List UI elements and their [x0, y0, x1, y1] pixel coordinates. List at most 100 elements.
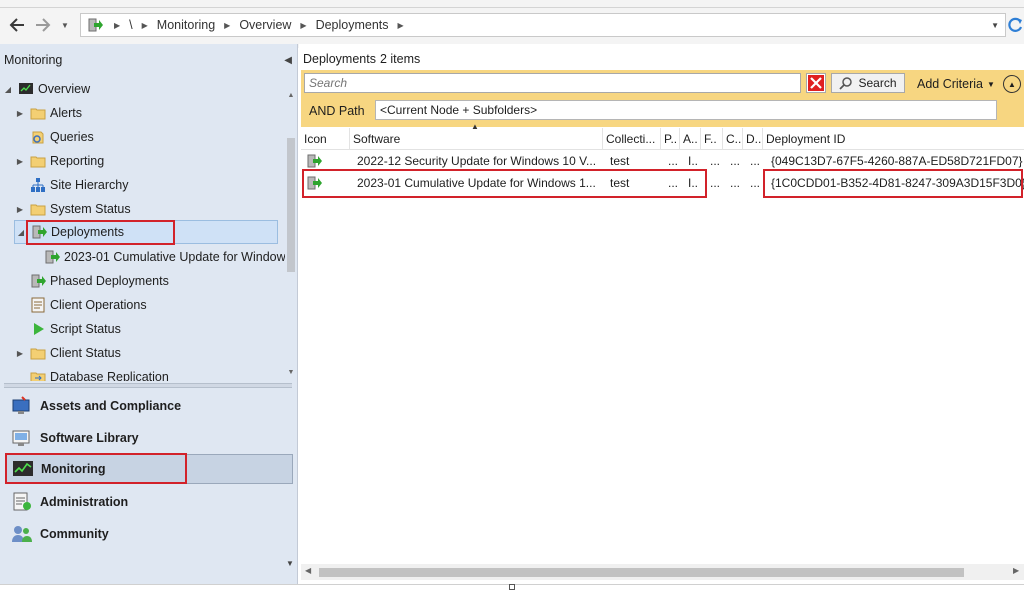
- cell-p: ...: [668, 176, 679, 190]
- cell-p: ...: [668, 154, 679, 168]
- tree-item-deployment-2023-01[interactable]: 2023-01 Cumulative Update for Windows: [28, 246, 285, 268]
- tree-item-reporting[interactable]: ▶ Reporting: [14, 150, 104, 172]
- column-header-a[interactable]: A..: [680, 128, 701, 150]
- table-row[interactable]: 2023-01 Cumulative Update for Windows 1.…: [301, 172, 1024, 194]
- tree-item-label: Site Hierarchy: [50, 178, 129, 192]
- collapse-pane-icon[interactable]: ◀: [284, 55, 296, 66]
- collapsed-arrow-icon[interactable]: ▶: [14, 205, 26, 214]
- criteria-value-field[interactable]: <Current Node + Subfolders>: [375, 100, 997, 120]
- tree-item-deployments[interactable]: ◢ Deployments: [14, 220, 278, 244]
- column-header-software[interactable]: Software: [350, 128, 603, 150]
- search-button-label: Search: [858, 76, 897, 90]
- tree-item-label: Alerts: [50, 106, 82, 120]
- tree-item-label: Phased Deployments: [50, 274, 169, 288]
- folder-icon: [30, 153, 46, 169]
- column-header-icon[interactable]: Icon: [301, 128, 350, 150]
- tree-item-system-status[interactable]: ▶ System Status: [14, 198, 131, 220]
- back-arrow-icon: [9, 18, 24, 32]
- cell-collection: test: [610, 154, 630, 168]
- folder-icon: [30, 105, 46, 121]
- workspace-overflow-icon[interactable]: ▼: [286, 559, 294, 568]
- tree-item-site-hierarchy[interactable]: Site Hierarchy: [14, 174, 129, 196]
- software-library-icon: [10, 426, 34, 450]
- cell-a: I..: [688, 154, 699, 168]
- clear-search-button[interactable]: [806, 73, 826, 93]
- cell-deployment-id: {049C13D7-67F5-4260-887A-ED58D721FD07}: [771, 154, 1023, 168]
- add-criteria-label: Add Criteria: [917, 77, 983, 91]
- scroll-down-icon[interactable]: ▼: [286, 369, 296, 376]
- breadcrumb-deployments[interactable]: Deployments: [312, 18, 393, 32]
- tree-item-script-status[interactable]: Script Status: [14, 318, 121, 340]
- workspace-splitter[interactable]: [4, 383, 292, 388]
- tree-item-phased-deployments[interactable]: Phased Deployments: [14, 270, 169, 292]
- column-header-deployment-id[interactable]: Deployment ID: [763, 128, 1024, 150]
- scrollbar-thumb[interactable]: [287, 138, 295, 272]
- item-count: 2 items: [379, 52, 421, 66]
- workspace-administration[interactable]: Administration: [6, 487, 293, 517]
- expanded-arrow-icon[interactable]: ◢: [2, 85, 14, 94]
- refresh-button[interactable]: [1006, 15, 1024, 35]
- cell-collection: test: [610, 176, 630, 190]
- tree-item-client-status[interactable]: ▶ Client Status: [14, 342, 121, 364]
- column-header-collection[interactable]: Collecti...: [603, 128, 661, 150]
- workspace-monitoring[interactable]: Monitoring: [6, 454, 293, 484]
- collapsed-arrow-icon[interactable]: ▶: [14, 349, 26, 358]
- tree-item-label: Queries: [50, 130, 94, 144]
- add-criteria-button[interactable]: Add Criteria ▼: [917, 74, 995, 94]
- deployment-icon: [304, 172, 334, 194]
- tree-item-queries[interactable]: Queries: [14, 126, 94, 148]
- back-button[interactable]: [6, 14, 28, 36]
- cell-deployment-id: {1C0CDD01-B352-4D81-8247-309A3D15F3D0}: [771, 176, 1024, 190]
- column-header-p[interactable]: P..: [661, 128, 680, 150]
- chevron-down-icon: ▼: [61, 20, 69, 30]
- breadcrumb-monitoring[interactable]: Monitoring: [153, 18, 219, 32]
- cell-software: 2022-12 Security Update for Windows 10 V…: [357, 154, 597, 168]
- deployment-icon: [44, 249, 60, 265]
- collapse-search-button[interactable]: ▲: [1003, 75, 1021, 93]
- search-input[interactable]: [304, 73, 801, 93]
- cell-a: I..: [688, 176, 699, 190]
- horizontal-scrollbar[interactable]: ◀ ▶: [301, 564, 1024, 580]
- navigation-pane: Monitoring ◀ ◢ Overview ▶ Alerts Queries…: [0, 44, 298, 584]
- tree-scrollbar[interactable]: ▲ ▼: [286, 92, 296, 422]
- scroll-left-icon[interactable]: ◀: [305, 566, 311, 575]
- collapsed-arrow-icon[interactable]: ▶: [14, 109, 26, 118]
- resize-handle[interactable]: [509, 584, 515, 590]
- breadcrumb-root[interactable]: \: [125, 18, 136, 32]
- history-dropdown-button[interactable]: ▼: [58, 14, 72, 36]
- workspace-label: Monitoring: [41, 462, 106, 476]
- tree-item-label: Overview: [38, 82, 91, 96]
- navigation-tree: ◢ Overview ▶ Alerts Queries ▶ Reporting …: [0, 76, 285, 381]
- search-button[interactable]: Search: [831, 73, 905, 93]
- scroll-up-icon[interactable]: ▲: [286, 92, 296, 99]
- tree-item-alerts[interactable]: ▶ Alerts: [14, 102, 82, 124]
- tree-item-label: Reporting: [50, 154, 105, 168]
- deployment-icon: [304, 150, 334, 172]
- address-dropdown-button[interactable]: ▼: [991, 21, 1005, 30]
- column-header-f[interactable]: F..: [701, 128, 723, 150]
- folder-icon: [30, 201, 46, 217]
- workspace-software-library[interactable]: Software Library: [6, 423, 293, 453]
- workspace-label: Software Library: [40, 431, 139, 445]
- page-title-text: Deployments: [303, 52, 376, 66]
- workspace-label: Community: [40, 527, 109, 541]
- expanded-arrow-icon[interactable]: ◢: [15, 228, 27, 237]
- column-header-c[interactable]: C..: [723, 128, 743, 150]
- tree-item-overview[interactable]: ◢ Overview: [2, 78, 90, 100]
- table-row[interactable]: 2022-12 Security Update for Windows 10 V…: [301, 150, 1024, 172]
- tree-item-client-operations[interactable]: Client Operations: [14, 294, 147, 316]
- workspace-community[interactable]: Community: [6, 519, 293, 549]
- workspace-assets-and-compliance[interactable]: Assets and Compliance: [6, 391, 293, 421]
- address-path[interactable]: ▶ \ ▶ Monitoring ▶ Overview ▶ Deployment…: [80, 13, 1006, 37]
- column-header-d[interactable]: D..: [743, 128, 763, 150]
- tree-item-label: Deployments: [51, 225, 124, 239]
- tree-item-database-replication[interactable]: Database Replication: [14, 366, 169, 381]
- scroll-right-icon[interactable]: ▶: [1013, 566, 1019, 575]
- breadcrumb-overview[interactable]: Overview: [235, 18, 295, 32]
- criteria-label: AND Path: [309, 104, 365, 118]
- scrollbar-thumb[interactable]: [319, 568, 964, 577]
- queries-icon: [30, 129, 46, 145]
- collapsed-arrow-icon[interactable]: ▶: [14, 157, 26, 166]
- forward-button[interactable]: [32, 14, 54, 36]
- phased-deployment-icon: [30, 273, 46, 289]
